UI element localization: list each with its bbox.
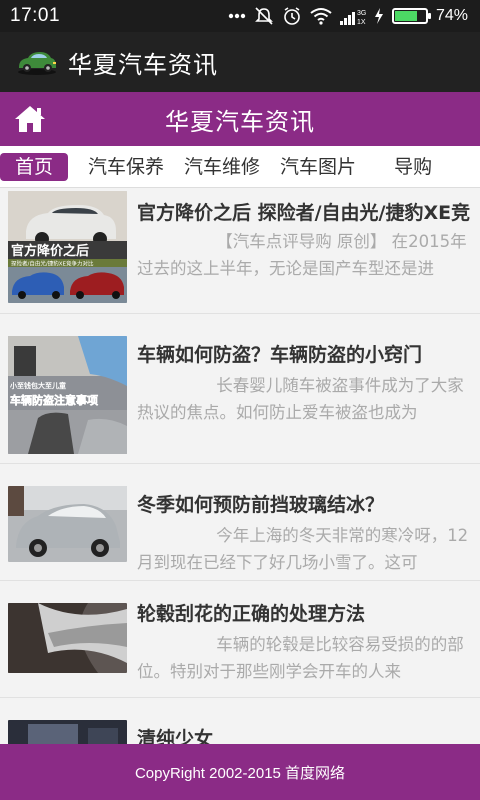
news-thumbnail: 官方降价之后 探险者/自由光/捷豹XE竞争力对比 xyxy=(8,191,127,303)
news-title: 官方降价之后 探险者/自由光/捷豹XE竞 xyxy=(137,202,471,224)
status-time: 17:01 xyxy=(10,5,61,26)
news-item[interactable]: 官方降价之后 探险者/自由光/捷豹XE竞争力对比 官方降价之后 探险者/自由光/… xyxy=(0,188,480,314)
battery-percent: 74% xyxy=(435,7,468,24)
footer: CopyRight 2002-2015 首度网络 xyxy=(0,744,480,800)
news-summary: 车辆的轮毂是比较容易受损的的部位。特别对于那些刚学会开车的人来 xyxy=(137,635,464,681)
battery-icon xyxy=(391,8,431,24)
news-item[interactable]: 冬季如何预防前挡玻璃结冰？ 今年上海的冬天非常的寒冷呀，12月到现在已经下了好几… xyxy=(0,466,480,581)
news-thumbnail xyxy=(8,720,127,744)
alarm-icon xyxy=(282,6,302,26)
tab-car-pictures[interactable]: 汽车图片 xyxy=(274,153,362,181)
news-title: 冬季如何预防前挡玻璃结冰？ xyxy=(137,494,385,516)
news-title: 清纯少女 xyxy=(137,728,214,744)
news-thumbnail xyxy=(8,486,127,562)
tab-car-maintenance[interactable]: 汽车保养 xyxy=(82,153,170,181)
thumb-subcaption: 探险者/自由光/捷豹XE竞争力对比 xyxy=(11,260,94,268)
footer-copyright: CopyRight 2002-2015 首度网络 xyxy=(134,764,346,782)
news-item[interactable]: 小至钱包大至儿童 车辆防盗注意事项 车辆如何防盗？车辆防盗的小窍门 长春婴儿随车… xyxy=(0,316,480,464)
header-bar: 华夏汽车资讯 xyxy=(0,92,480,146)
news-summary: 今年上海的冬天非常的寒冷呀，12月到现在已经下了好几场小雪了。这可 xyxy=(137,526,469,572)
tab-buying-guide[interactable]: 导购 xyxy=(388,153,438,181)
status-icons: 3G 1X 74% xyxy=(228,6,468,26)
news-thumbnail: 小至钱包大至儿童 车辆防盗注意事项 xyxy=(8,336,127,454)
news-title: 车辆如何防盗？车辆防盗的小窍门 xyxy=(137,344,423,366)
app-bar: 华夏汽车资讯 xyxy=(0,32,480,92)
news-summary: 【汽车点评导购 原创】 在2015年过去的这上半年，无论是国产车型还是进 xyxy=(137,232,467,278)
home-button[interactable] xyxy=(12,101,48,137)
news-title: 轮毂刮花的正确的处理方法 xyxy=(137,603,366,625)
home-icon xyxy=(15,106,45,132)
svg-text:1X: 1X xyxy=(357,19,366,25)
thumb-caption: 车辆防盗注意事项 xyxy=(10,393,98,407)
news-list: 官方降价之后 探险者/自由光/捷豹XE竞争力对比 官方降价之后 探险者/自由光/… xyxy=(0,188,480,744)
more-dots-icon xyxy=(228,13,246,19)
app-title: 华夏汽车资讯 xyxy=(68,50,218,79)
mute-icon xyxy=(254,6,274,26)
charging-icon xyxy=(374,8,384,24)
tab-car-repair[interactable]: 汽车维修 xyxy=(178,153,266,181)
svg-text:3G: 3G xyxy=(357,10,366,17)
category-tabs: 首页 汽车保养 汽车维修 汽车图片 导购 资 xyxy=(0,146,480,188)
wifi-icon xyxy=(310,7,332,25)
news-summary: 长春婴儿随车被盗事件成为了大家热议的焦点。如何防止爱车被盗也成为 xyxy=(137,376,464,422)
status-bar: 17:01 3G 1X 74% xyxy=(0,0,480,32)
tab-home[interactable]: 首页 xyxy=(0,152,69,181)
thumb-caption: 官方降价之后 xyxy=(11,243,89,259)
signal-icon: 3G 1X xyxy=(339,7,366,25)
header-title: 华夏汽车资讯 xyxy=(165,107,315,136)
news-item[interactable]: 轮毂刮花的正确的处理方法 车辆的轮毂是比较容易受损的的部位。特别对于那些刚学会开… xyxy=(0,583,480,698)
news-thumbnail xyxy=(8,603,127,673)
news-item[interactable]: 清纯少女 xyxy=(0,700,480,744)
thumb-subcaption: 小至钱包大至儿童 xyxy=(9,381,66,390)
car-logo-icon xyxy=(14,42,60,82)
